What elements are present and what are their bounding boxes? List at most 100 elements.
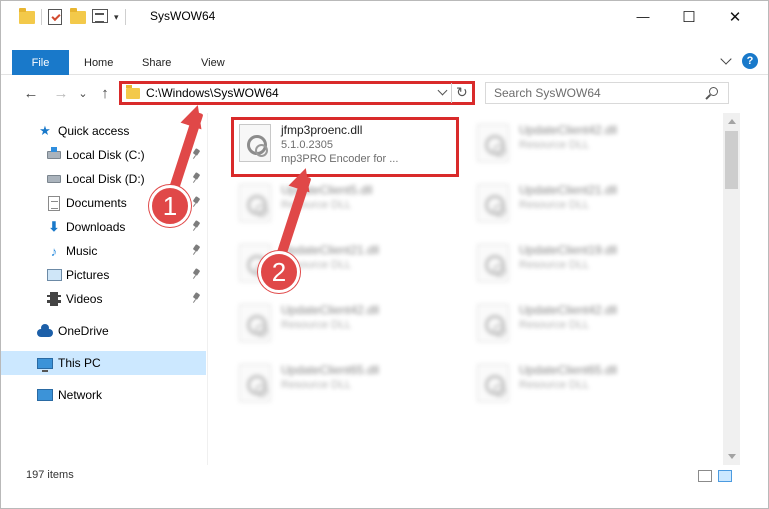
sidebar-item-label: Documents <box>66 196 127 210</box>
file-description: Resource DLL <box>519 259 590 271</box>
file-item[interactable]: UpdateClient21.dll Resource DLL <box>471 177 696 229</box>
properties-icon[interactable] <box>92 9 108 25</box>
sidebar-item-videos[interactable]: Videos <box>1 287 206 311</box>
drive-icon <box>46 171 62 187</box>
sidebar-item-label: Local Disk (D:) <box>66 172 145 186</box>
dll-file-icon <box>239 304 271 342</box>
sidebar-item-pictures[interactable]: Pictures <box>1 263 206 287</box>
item-count: 197 items <box>26 469 74 481</box>
back-button[interactable]: ← <box>21 82 41 104</box>
qat-dropdown-icon[interactable]: ▾ <box>114 12 119 23</box>
title-bar: ▾ SysWOW64 — ☐ ✕ <box>1 1 768 32</box>
sidebar-item-label: Quick access <box>58 124 130 138</box>
sidebar-item-label: OneDrive <box>58 324 109 338</box>
documents-icon <box>46 195 62 211</box>
file-description: Resource DLL <box>519 379 590 391</box>
ribbon-tabs: File Home Share View ? <box>1 50 768 75</box>
dll-file-icon <box>477 244 509 282</box>
sidebar-item-label: Videos <box>66 292 103 306</box>
expand-ribbon-chevron-icon[interactable] <box>720 53 732 65</box>
tab-share[interactable]: Share <box>142 50 171 75</box>
file-item[interactable]: UpdateClient42.dll Resource DLL <box>471 297 696 349</box>
tab-home[interactable]: Home <box>84 50 113 75</box>
large-icons-view-icon[interactable] <box>718 470 732 482</box>
dll-file-icon <box>239 364 271 402</box>
step-2-badge: 2 <box>258 251 300 293</box>
file-name: UpdateClient21.dll <box>519 183 618 197</box>
close-button[interactable]: ✕ <box>712 1 758 32</box>
address-bar[interactable]: C:\Windows\SysWOW64 ↻ <box>119 81 475 105</box>
refresh-icon[interactable]: ↻ <box>456 84 468 101</box>
scroll-thumb[interactable] <box>725 131 738 189</box>
recent-locations-button[interactable]: ⌄ <box>73 82 93 104</box>
help-icon[interactable]: ? <box>742 53 758 69</box>
toolbar-divider <box>41 9 42 25</box>
tab-view[interactable]: View <box>201 50 225 75</box>
pin-icon[interactable] <box>193 269 199 279</box>
window-title: SysWOW64 <box>150 9 216 23</box>
address-divider <box>451 83 452 103</box>
forward-button[interactable]: → <box>51 82 71 104</box>
file-item[interactable]: UpdateClient42.dll Resource DLL <box>233 297 458 349</box>
tab-file[interactable]: File <box>12 50 69 75</box>
status-bar: 197 items <box>1 465 768 487</box>
properties-check-icon[interactable] <box>48 9 64 25</box>
drive-icon <box>46 147 62 163</box>
sidebar-item-onedrive[interactable]: OneDrive <box>1 319 206 343</box>
maximize-button[interactable]: ☐ <box>666 1 712 32</box>
scroll-down-icon[interactable] <box>728 454 736 459</box>
file-name: UpdateClient65.dll <box>281 363 380 377</box>
sidebar-item-label: Network <box>58 388 103 402</box>
pin-icon[interactable] <box>193 245 199 255</box>
file-item[interactable]: UpdateClient19.dll Resource DLL <box>471 237 696 289</box>
address-dropdown-icon[interactable] <box>437 85 448 96</box>
sidebar-item-this-pc[interactable]: This PC <box>1 351 206 375</box>
dll-file-icon <box>477 124 509 162</box>
minimize-button[interactable]: — <box>620 1 666 32</box>
file-name: UpdateClient21.dll <box>281 243 380 257</box>
sidebar-item-label: Local Disk (C:) <box>66 148 145 162</box>
network-icon <box>37 387 53 403</box>
details-view-icon[interactable] <box>698 470 712 482</box>
navigation-bar: ← → ⌄ ↑ C:\Windows\SysWOW64 ↻ Search Sys… <box>1 79 768 107</box>
file-name: UpdateClient19.dll <box>519 243 618 257</box>
file-name: UpdateClient42.dll <box>281 303 380 317</box>
vertical-scrollbar[interactable] <box>723 113 740 465</box>
sidebar-item-music[interactable]: ♪ Music <box>1 239 206 263</box>
sidebar-item-quick-access[interactable]: ★ Quick access <box>1 119 206 143</box>
file-name: UpdateClient65.dll <box>519 363 618 377</box>
sidebar-item-label: Pictures <box>66 268 110 282</box>
ribbon-controls: ? <box>720 53 758 69</box>
search-icon[interactable] <box>709 87 718 96</box>
pin-icon[interactable] <box>193 197 199 207</box>
folder-icon <box>19 8 35 25</box>
file-highlight-box <box>231 117 459 177</box>
file-description: Resource DLL <box>281 379 352 391</box>
new-folder-icon[interactable] <box>70 8 86 25</box>
folder-icon <box>126 85 140 99</box>
file-item[interactable]: UpdateClient65.dll Resource DLL <box>471 357 696 409</box>
file-name: UpdateClient42.dll <box>519 123 618 137</box>
pin-icon[interactable] <box>193 293 199 303</box>
file-item[interactable]: UpdateClient65.dll Resource DLL <box>233 357 458 409</box>
address-path[interactable]: C:\Windows\SysWOW64 <box>146 86 279 100</box>
up-button[interactable]: ↑ <box>95 82 115 104</box>
dll-file-icon <box>477 304 509 342</box>
cloud-icon <box>37 323 53 339</box>
pin-icon[interactable] <box>193 149 199 159</box>
file-item[interactable]: UpdateClient42.dll Resource DLL <box>471 117 696 169</box>
file-description: Resource DLL <box>519 199 590 211</box>
dll-file-icon <box>477 364 509 402</box>
file-item[interactable]: UpdateClient5.dll Resource DLL <box>233 177 458 229</box>
sidebar-item-network[interactable]: Network <box>1 383 206 407</box>
sidebar-item-local-disk-c[interactable]: Local Disk (C:) <box>1 143 206 167</box>
file-name: UpdateClient42.dll <box>519 303 618 317</box>
sidebar-item-label: Music <box>66 244 98 258</box>
quick-access-toolbar: ▾ <box>19 8 126 25</box>
search-input[interactable]: Search SysWOW64 <box>485 82 729 104</box>
pin-icon[interactable] <box>193 173 199 183</box>
scroll-up-icon[interactable] <box>728 119 736 124</box>
pin-icon[interactable] <box>193 221 199 231</box>
download-icon: ⬇ <box>48 219 60 234</box>
file-description: Resource DLL <box>281 319 352 331</box>
